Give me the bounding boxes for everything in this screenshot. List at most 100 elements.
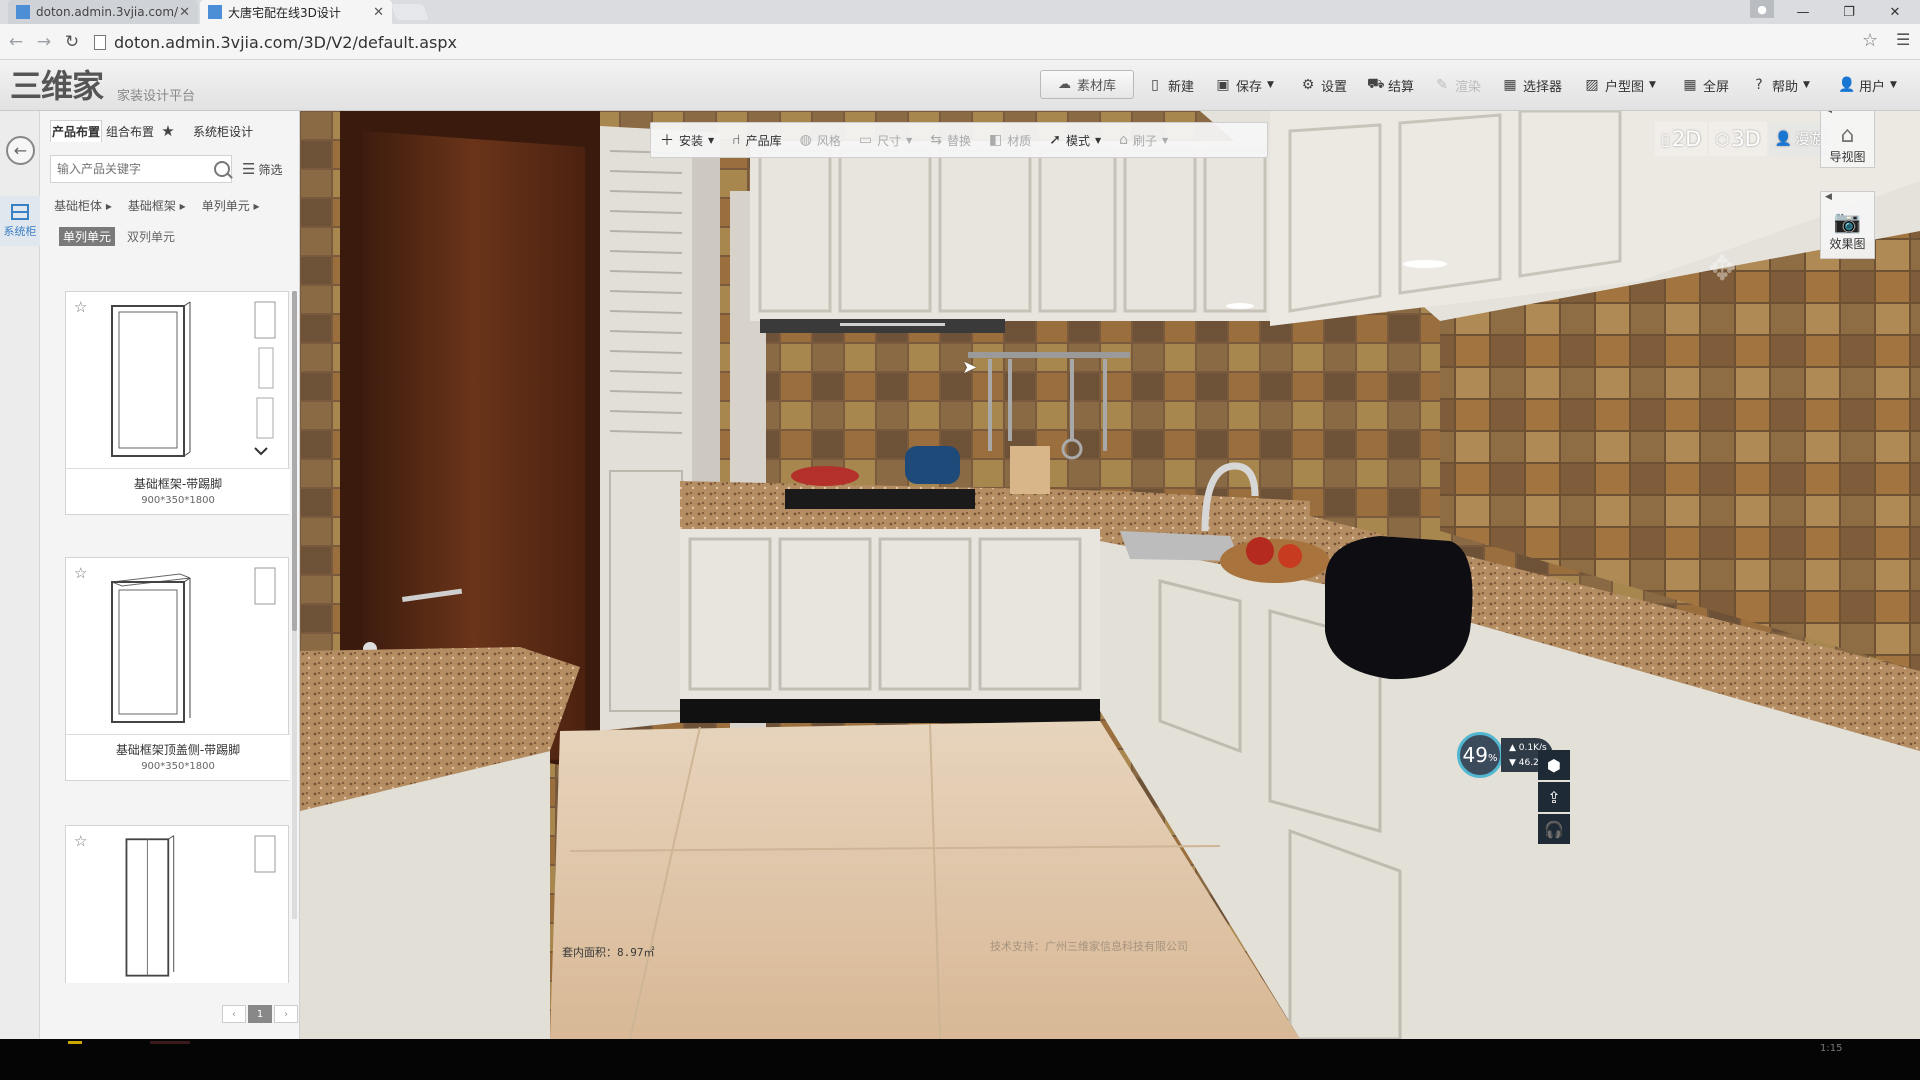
close-icon[interactable]: ✕ (373, 5, 384, 20)
filter-button[interactable]: ☰ 筛选 (242, 160, 282, 178)
close-icon[interactable]: ✕ (179, 5, 190, 20)
cloud-icon: ☁ (1057, 77, 1071, 92)
home-icon: ⌂ (1840, 123, 1855, 148)
collapse-arrow-icon[interactable]: ◀ (1821, 111, 1874, 121)
settings-button[interactable]: ⚙ 设置 (1300, 70, 1347, 100)
help-icon: ? (1755, 77, 1763, 93)
browser-tab-2[interactable]: 大唐宅配在线3D设计 ✕ (200, 0, 392, 24)
replace-label: 替换 (946, 133, 971, 148)
favorite-star-icon[interactable]: ☆ (74, 298, 87, 316)
selector-button[interactable]: ▦ 选择器 (1502, 70, 1562, 100)
new-tab-button[interactable] (391, 4, 429, 20)
restore-button[interactable]: ❐ (1826, 0, 1872, 24)
cart-icon: ⛟ (1367, 76, 1385, 92)
kitchen-render (300, 111, 1920, 1039)
floorplan-button[interactable]: ▨ 户型图 ▼ (1584, 70, 1656, 100)
brush-button[interactable]: ⌂ 刷子 ▼ (1110, 122, 1177, 158)
new-label: 新建 (1168, 79, 1195, 95)
search-icon[interactable] (214, 161, 230, 177)
bookmark-star-icon[interactable]: ☆ (1862, 30, 1878, 51)
install-button[interactable]: ＋ 安装 ▼ (651, 122, 723, 158)
headset-icon[interactable]: 🎧 (1538, 814, 1570, 844)
fullscreen-button[interactable]: ▦ 全屏 (1682, 70, 1729, 100)
material-button[interactable]: ◧ 材质 (980, 122, 1040, 158)
size-label: 尺寸 (877, 133, 902, 148)
navigation-compass-icon[interactable]: ✥ (1708, 249, 1748, 289)
palette-icon: ◍ (799, 132, 812, 148)
chevron-down-icon: ▼ (1649, 80, 1656, 90)
minimize-button[interactable]: — (1780, 0, 1826, 24)
product-card[interactable]: ☆ 基础框架-带踢脚 900*350*1800 (65, 291, 290, 515)
style-button[interactable]: ◍ 风格 (791, 122, 850, 158)
breadcrumb-item[interactable]: 单列单元 ▸ (202, 197, 260, 214)
3d-viewport[interactable]: ➤ ＋ 安装 ▼ ⑁ 产品库 ◍ 风格 ▭ 尺寸 ▼ ⇆ 替换 ◧ 材质 ➚ 模… (300, 111, 1920, 1039)
export-icon[interactable]: ⇪ (1538, 782, 1570, 812)
user-button[interactable]: 👤 用户 ▼ (1838, 70, 1897, 100)
doc-icon: ▯ (1661, 129, 1670, 149)
search-input[interactable] (50, 155, 232, 183)
url-text: doton.admin.3vjia.com/3D/V2/default.aspx (114, 32, 457, 52)
subtab-single-column[interactable]: 单列单元 (59, 227, 116, 246)
profile-icon[interactable]: ● (1750, 0, 1774, 18)
rail-item-system-cabinet[interactable]: 系统柜 (0, 196, 40, 246)
product-library-button[interactable]: ⑁ 产品库 (723, 122, 790, 158)
breadcrumb-item[interactable]: 基础框架 ▸ (128, 197, 186, 214)
product-card[interactable]: ☆ 基础框架顶盖侧-带踢脚 900*350*1800 (65, 557, 290, 781)
mode-label: 模式 (1065, 133, 1090, 148)
list-icon: ☰ (242, 160, 256, 178)
mode-button[interactable]: ➚ 模式 ▼ (1040, 122, 1110, 158)
effect-view-panel[interactable]: ◀ 📷 效果图 (1820, 191, 1875, 259)
url-input[interactable]: doton.admin.3vjia.com/3D/V2/default.aspx (94, 30, 1874, 54)
nav-view-panel[interactable]: ◀ ⌂ 导视图 (1820, 111, 1875, 168)
save-icon: ▣ (1216, 77, 1230, 93)
page-favicon-icon (208, 5, 222, 19)
product-card[interactable]: ☆ (65, 825, 289, 983)
back-arrow-icon[interactable]: ← (6, 32, 26, 52)
window-close-button[interactable]: ✕ (1872, 0, 1918, 24)
product-label-area: 基础框架-带踢脚 900*350*1800 (66, 468, 290, 514)
tab-system-cabinet-design[interactable]: 系统柜设计 (180, 120, 266, 142)
panel-scrollbar[interactable] (292, 291, 297, 919)
fullscreen-icon: ▦ (1683, 77, 1697, 93)
save-button[interactable]: ▣ 保存 ▼ (1215, 70, 1274, 100)
reload-icon[interactable]: ↻ (62, 32, 82, 52)
taskbar-app-icon[interactable] (150, 1041, 190, 1044)
tab-product-layout[interactable]: 产品布置 (50, 120, 102, 142)
variant-thumbnail-strip (254, 567, 276, 605)
style-label: 风格 (816, 133, 841, 148)
view-3d-button[interactable]: ⬡ 3D (1709, 122, 1767, 156)
back-circle-icon[interactable]: ← (6, 136, 35, 165)
help-button[interactable]: ? 帮助 ▼ (1751, 70, 1810, 100)
search-row: ☰ 筛选 (50, 155, 292, 183)
page-number[interactable]: 1 (248, 1005, 272, 1023)
favorite-star-icon[interactable]: ☆ (74, 564, 87, 582)
tab-combo-layout[interactable]: 组合布置 (104, 120, 156, 142)
scrollbar-thumb[interactable] (292, 291, 297, 631)
prev-page-button[interactable]: ‹ (222, 1005, 246, 1023)
favorite-star-icon[interactable]: ☆ (74, 832, 87, 850)
cube-tool-icon[interactable]: ⬢ (1538, 750, 1570, 780)
replace-button[interactable]: ⇆ 替换 (921, 122, 980, 158)
brush-icon: ⌂ (1119, 132, 1129, 148)
view-2d-button[interactable]: ▯ 2D (1655, 122, 1708, 156)
forward-arrow-icon[interactable]: → (34, 32, 54, 52)
material-library-button[interactable]: ☁ 素材库 (1040, 70, 1134, 99)
effect-view-label: 效果图 (1829, 237, 1866, 251)
browser-tab-1[interactable]: doton.admin.3vjia.com/ ✕ (8, 0, 198, 24)
next-page-button[interactable]: › (274, 1005, 298, 1023)
new-button[interactable]: ▯ 新建 (1147, 70, 1194, 100)
install-label: 安装 (679, 133, 704, 148)
checkout-button[interactable]: ⛟ 结算 (1367, 70, 1414, 100)
brush-label: 刷子 (1133, 133, 1158, 148)
clock: 1:15 (1820, 1043, 1843, 1054)
render-button[interactable]: ✎ 渲染 (1434, 70, 1481, 100)
chevron-down-icon: ▼ (708, 135, 715, 145)
subtab-double-column[interactable]: 双列单元 (123, 227, 179, 246)
favorites-star-icon[interactable]: ★ (158, 120, 178, 142)
view-mode-switch: ▯ 2D ⬡ 3D 👤 漫游 (1655, 122, 1831, 156)
browser-menu-icon[interactable]: ☰ (1896, 30, 1910, 49)
collapse-arrow-icon[interactable]: ◀ (1821, 192, 1874, 208)
size-button[interactable]: ▭ 尺寸 ▼ (850, 122, 921, 158)
breadcrumb-item[interactable]: 基础柜体 ▸ (54, 197, 112, 214)
taskbar-app-icon[interactable] (68, 1041, 82, 1044)
